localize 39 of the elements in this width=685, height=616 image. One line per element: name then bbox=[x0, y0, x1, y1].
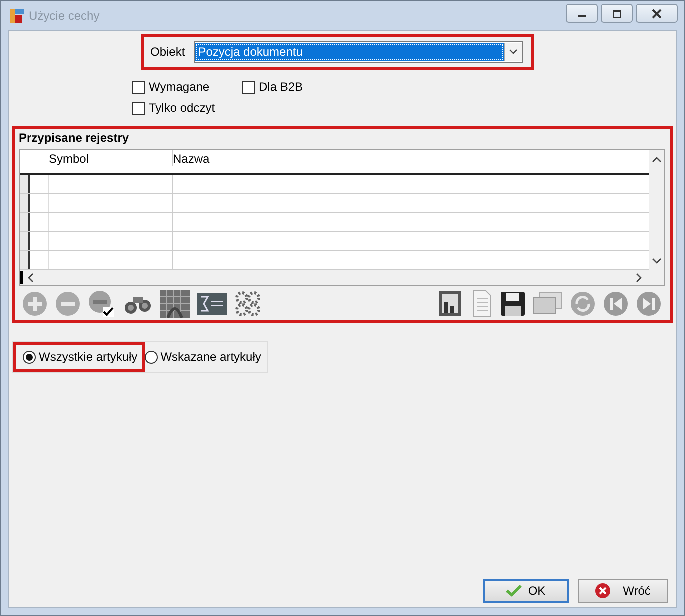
row-indicator[interactable] bbox=[20, 251, 30, 269]
scroll-down-icon bbox=[652, 257, 662, 265]
sum-icon[interactable] bbox=[197, 293, 227, 315]
scroll-up-icon bbox=[652, 156, 662, 164]
row-indicator[interactable] bbox=[20, 175, 30, 193]
row-indicator[interactable] bbox=[20, 194, 30, 212]
row-indicator[interactable] bbox=[20, 232, 30, 250]
radio-option[interactable]: Wszystkie artykuły bbox=[13, 342, 145, 372]
horizontal-scrollbar[interactable] bbox=[20, 270, 649, 285]
object-dropdown[interactable]: Pozycja dokumentu bbox=[194, 41, 522, 63]
save-icon[interactable] bbox=[500, 291, 526, 317]
row-indicator[interactable] bbox=[20, 213, 30, 231]
edit-check-icon[interactable] bbox=[88, 290, 116, 318]
radio-option[interactable]: Wskazane artykuły bbox=[144, 342, 268, 372]
window-title: Użycie cechy bbox=[29, 8, 100, 22]
scroll-left-icon bbox=[27, 272, 35, 282]
object-label: Obiekt bbox=[150, 45, 186, 59]
back-button[interactable]: Wróć bbox=[578, 579, 668, 603]
app-logo-icon bbox=[9, 8, 25, 24]
ok-button[interactable]: OK bbox=[483, 579, 569, 603]
scroll-right-icon bbox=[635, 272, 643, 282]
grid-icon[interactable] bbox=[160, 290, 190, 318]
column-header[interactable]: Symbol bbox=[49, 150, 173, 166]
close-button[interactable] bbox=[636, 4, 678, 23]
section-title: Przypisane rejestry bbox=[19, 131, 130, 145]
close-icon bbox=[651, 8, 663, 18]
maximize-button[interactable] bbox=[601, 4, 633, 23]
cancel-icon bbox=[595, 583, 612, 599]
checkbox[interactable]: Tylko odczyt bbox=[132, 101, 216, 115]
restore-icon bbox=[612, 10, 622, 18]
scroll-marker bbox=[20, 271, 23, 284]
chart-icon[interactable] bbox=[438, 290, 464, 318]
column-header[interactable]: Nazwa bbox=[173, 150, 649, 166]
checkbox[interactable]: Wymagane bbox=[132, 80, 210, 94]
vertical-scrollbar[interactable] bbox=[649, 150, 664, 285]
minimize-button[interactable] bbox=[566, 4, 598, 23]
checkbox[interactable]: Dla B2B bbox=[242, 80, 304, 94]
gears-icon[interactable] bbox=[234, 290, 262, 318]
checkmark-icon bbox=[506, 585, 522, 597]
